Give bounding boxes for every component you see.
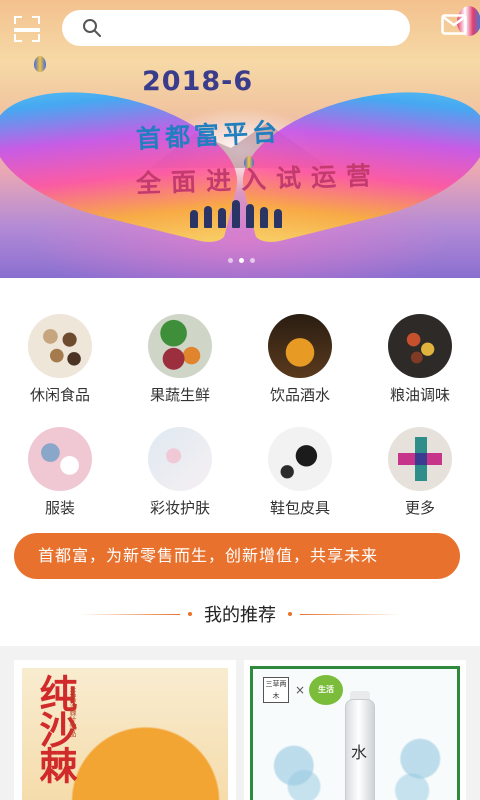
category-label: 服装 [44, 499, 75, 517]
product-list: 纯沙棘 天然沙棘汁饮品 三草两木 × 生活 水 [0, 646, 480, 800]
search-input[interactable] [110, 13, 390, 43]
category-drinks[interactable]: 饮品酒水 [240, 306, 360, 409]
snacks-icon [28, 314, 92, 378]
cosmetics-icon [148, 427, 212, 491]
product-image: 三草两木 × 生活 水 [250, 666, 460, 800]
product-card[interactable]: 三草两木 × 生活 水 [244, 660, 466, 800]
product-image: 纯沙棘 天然沙棘汁饮品 [22, 668, 228, 800]
more-icon [388, 427, 452, 491]
category-label: 饮品酒水 [269, 386, 330, 404]
category-more[interactable]: 更多 [360, 419, 480, 522]
hot-air-balloon-icon [34, 56, 46, 72]
drinks-icon [268, 314, 332, 378]
category-grain-oil[interactable]: 粮油调味 [360, 306, 480, 409]
category-fresh-produce[interactable]: 果蔬生鲜 [120, 306, 240, 409]
banner-headline: 首都富平台 [135, 117, 282, 154]
category-label: 果蔬生鲜 [149, 386, 210, 404]
divider-dot [188, 612, 192, 616]
clothing-icon [28, 427, 92, 491]
banner-runners [190, 198, 300, 228]
category-label: 更多 [404, 499, 435, 517]
search-bar[interactable] [62, 10, 410, 46]
collab-x: × [295, 683, 306, 697]
fresh-produce-icon [148, 314, 212, 378]
banner-date: 2018-6 [142, 66, 254, 97]
divider-dot [288, 612, 292, 616]
divider-line [80, 613, 180, 615]
pagination-dot[interactable] [250, 258, 255, 263]
bottle-label: 水 [351, 743, 368, 762]
recommend-header: 我的推荐 [0, 598, 480, 630]
category-grid: 休闲食品 果蔬生鲜 饮品酒水 粮油调味 服装 彩妆护肤 鞋包皮具 更多 [0, 306, 480, 522]
category-label: 休闲食品 [29, 386, 90, 404]
category-label: 粮油调味 [389, 386, 450, 404]
category-clothing[interactable]: 服装 [0, 419, 120, 522]
category-shoes-bags[interactable]: 鞋包皮具 [240, 419, 360, 522]
slogan-banner[interactable]: 首都富，为新零售而生，创新增值，共享未来 [14, 533, 460, 579]
message-icon[interactable] [441, 14, 467, 38]
grain-oil-icon [388, 314, 452, 378]
product-card[interactable]: 纯沙棘 天然沙棘汁饮品 [14, 660, 236, 800]
category-cosmetics[interactable]: 彩妆护肤 [120, 419, 240, 522]
product-subtitle: 天然沙棘汁饮品 [69, 688, 77, 737]
brand-logo: 三草两木 [263, 677, 289, 703]
pagination-dot-active[interactable] [239, 258, 244, 263]
category-label: 彩妆护肤 [149, 499, 210, 517]
shoes-bags-icon [268, 427, 332, 491]
pagination-dot[interactable] [228, 258, 233, 263]
banner-pagination [228, 258, 255, 263]
category-label: 鞋包皮具 [269, 499, 330, 517]
search-icon [83, 19, 101, 37]
recommend-title: 我的推荐 [204, 605, 276, 626]
scan-icon[interactable] [14, 16, 40, 42]
category-snacks[interactable]: 休闲食品 [0, 306, 120, 409]
brand-logo: 生活 [309, 675, 343, 705]
divider-line [300, 613, 400, 615]
